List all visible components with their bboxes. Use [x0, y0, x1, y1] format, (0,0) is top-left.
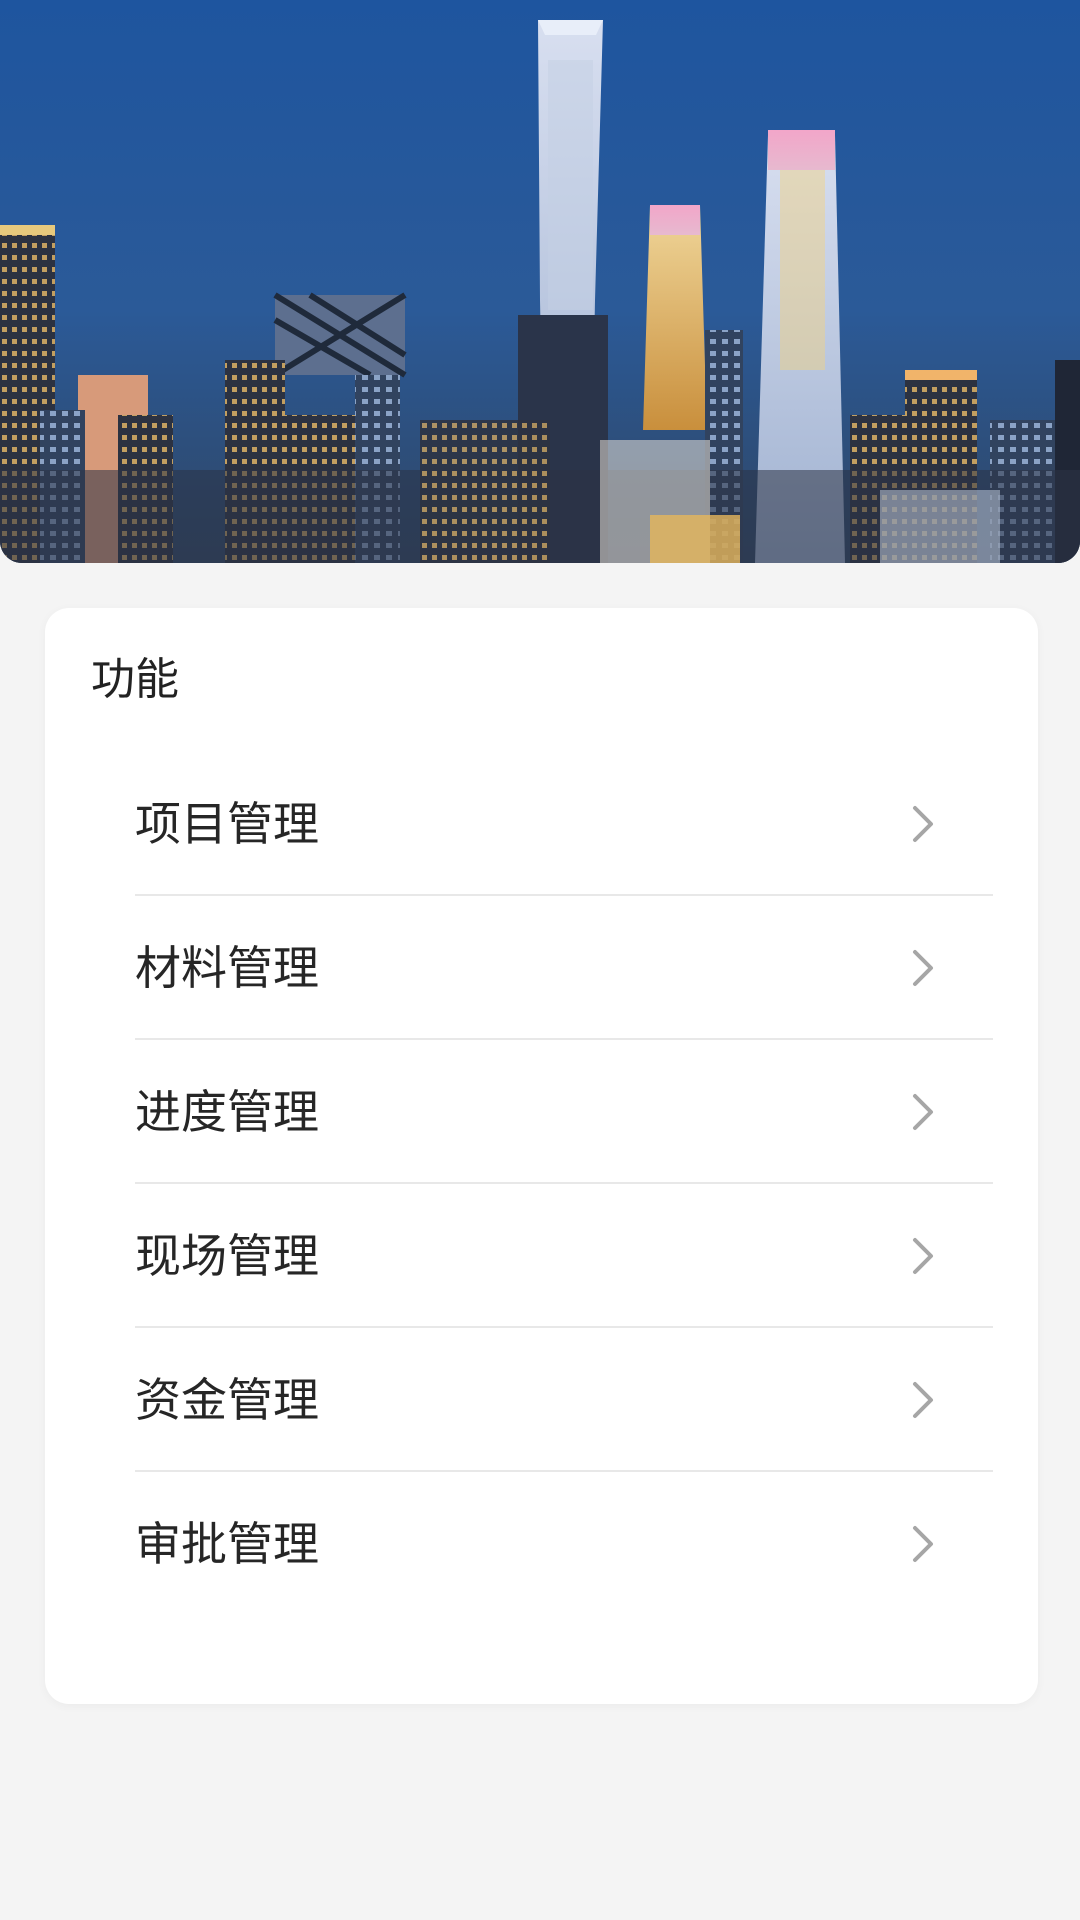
menu-item-fund-management[interactable]: 资金管理 — [135, 1328, 993, 1472]
city-skyline-illustration — [0, 0, 1080, 563]
chevron-right-icon — [913, 1526, 933, 1562]
menu-item-label: 材料管理 — [135, 941, 319, 995]
menu-item-label: 现场管理 — [135, 1229, 319, 1283]
menu-item-project-management[interactable]: 项目管理 — [135, 752, 993, 896]
menu-item-label: 进度管理 — [135, 1085, 319, 1139]
menu-item-material-management[interactable]: 材料管理 — [135, 896, 993, 1040]
banner-image — [0, 0, 1080, 563]
section-title: 功能 — [91, 654, 179, 705]
chevron-right-icon — [913, 950, 933, 986]
menu-item-label: 审批管理 — [135, 1517, 319, 1571]
menu-item-label: 项目管理 — [135, 797, 319, 851]
chevron-right-icon — [913, 1094, 933, 1130]
chevron-right-icon — [913, 806, 933, 842]
menu-item-approval-management[interactable]: 审批管理 — [135, 1472, 993, 1616]
feature-menu: 项目管理 材料管理 进度管理 现场管理 资金管理 审批管理 — [135, 752, 993, 1616]
menu-item-label: 资金管理 — [135, 1373, 319, 1427]
chevron-right-icon — [913, 1238, 933, 1274]
menu-item-site-management[interactable]: 现场管理 — [135, 1184, 993, 1328]
menu-item-progress-management[interactable]: 进度管理 — [135, 1040, 993, 1184]
chevron-right-icon — [913, 1382, 933, 1418]
feature-card: 功能 项目管理 材料管理 进度管理 现场管理 资金管理 审批管理 — [45, 608, 1038, 1704]
